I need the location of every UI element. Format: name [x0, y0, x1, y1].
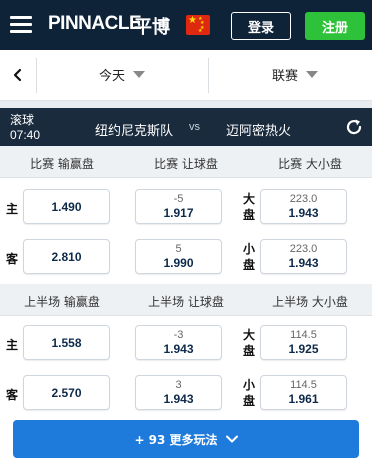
menu-icon[interactable]	[10, 16, 32, 34]
vs-label: vs	[189, 121, 200, 133]
side-label-home: 主	[6, 202, 19, 216]
col-title-moneyline: 比赛 输赢盘	[30, 157, 94, 171]
odds-price: 1.990	[163, 256, 194, 270]
odds-button[interactable]: 2.570	[23, 375, 110, 410]
logo[interactable]: PINNACLE	[48, 13, 142, 35]
away-team: 迈阿密热火	[226, 124, 292, 139]
odds-price: 1.943	[163, 342, 194, 356]
china-flag-icon[interactable]: ★ ★ ★ ★ ★	[186, 15, 210, 35]
col-title-handicap: 比赛 让球盘	[154, 157, 218, 171]
odds-price: 1.925	[288, 342, 319, 356]
odds-price: 1.917	[163, 206, 194, 220]
filter-bar: 今天 联赛	[0, 50, 372, 101]
under-label: 小盘	[243, 242, 256, 272]
col-title-handicap: 上半场 让球盘	[148, 295, 224, 309]
odds-button[interactable]: 1.558	[23, 325, 110, 360]
league-select[interactable]: 联赛	[272, 65, 319, 84]
odds-button[interactable]: 5 1.990	[135, 239, 222, 274]
full-game-header: 比赛 输赢盘 比赛 让球盘 比赛 大小盘	[0, 146, 372, 178]
over-label: 大盘	[243, 192, 256, 222]
more-markets-label: + 93 更多玩法	[134, 432, 218, 447]
under-label: 小盘	[243, 378, 256, 408]
markets-panel: 比赛 输赢盘 比赛 让球盘 比赛 大小盘 主 1.490 -5 1.917 大盘…	[0, 146, 372, 462]
odds-button[interactable]: 223.0 1.943	[260, 239, 347, 274]
date-select-label: 今天	[99, 69, 126, 84]
more-markets-button[interactable]: + 93 更多玩法	[13, 420, 359, 458]
side-label-away: 客	[6, 252, 19, 266]
handicap-line: -5	[173, 193, 184, 205]
home-team: 纽约尼克斯队	[95, 124, 174, 139]
total-line: 114.5	[290, 329, 317, 341]
live-status: 滚球	[10, 113, 35, 127]
col-title-total: 上半场 大小盘	[272, 295, 348, 309]
top-header: PINNACLE 平博 ★ ★ ★ ★ ★ 登录 注册	[0, 0, 372, 50]
odds-price: 1.490	[51, 199, 82, 214]
odds-button[interactable]: 114.5 1.925	[260, 325, 347, 360]
refresh-icon[interactable]	[344, 117, 364, 137]
match-time: 07:40	[10, 128, 41, 142]
col-title-moneyline: 上半场 输赢盘	[24, 295, 100, 309]
handicap-line: 5	[175, 243, 182, 255]
col-title-total: 比赛 大小盘	[278, 157, 342, 171]
handicap-line: -3	[173, 329, 184, 341]
odds-price: 1.558	[51, 335, 82, 350]
odds-button[interactable]: 114.5 1.961	[260, 375, 347, 410]
league-select-label: 联赛	[272, 69, 299, 84]
divider	[208, 58, 209, 93]
logo-chinese[interactable]: 平博	[134, 13, 170, 39]
odds-price: 1.943	[288, 256, 319, 270]
odds-button[interactable]: -5 1.917	[135, 189, 222, 224]
register-button[interactable]: 注册	[305, 12, 365, 40]
caret-down-icon	[133, 71, 146, 78]
odds-price: 1.943	[288, 206, 319, 220]
chevron-down-icon	[225, 435, 238, 443]
login-button[interactable]: 登录	[231, 12, 291, 40]
caret-down-icon	[306, 71, 319, 78]
total-line: 114.5	[290, 379, 317, 391]
odds-price: 1.943	[163, 392, 194, 406]
match-header: 滚球 07:40 纽约尼克斯队 vs 迈阿密热火	[0, 108, 372, 146]
odds-button[interactable]: 223.0 1.943	[260, 189, 347, 224]
odds-button[interactable]: 2.810	[23, 239, 110, 274]
divider	[36, 58, 37, 93]
first-half-header: 上半场 输赢盘 上半场 让球盘 上半场 大小盘	[0, 284, 372, 316]
total-line: 223.0	[289, 243, 318, 255]
over-label: 大盘	[243, 328, 256, 358]
odds-button[interactable]: 3 1.943	[135, 375, 222, 410]
odds-price: 2.810	[51, 249, 82, 264]
date-select[interactable]: 今天	[99, 65, 146, 84]
odds-button[interactable]: -3 1.943	[135, 325, 222, 360]
odds-price: 2.570	[51, 385, 82, 400]
handicap-line: 3	[175, 379, 182, 391]
back-chevron-icon[interactable]	[6, 63, 30, 87]
odds-button[interactable]: 1.490	[23, 189, 110, 224]
side-label-away: 客	[6, 388, 19, 402]
odds-price: 1.961	[288, 392, 319, 406]
side-label-home: 主	[6, 338, 19, 352]
total-line: 223.0	[289, 193, 318, 205]
